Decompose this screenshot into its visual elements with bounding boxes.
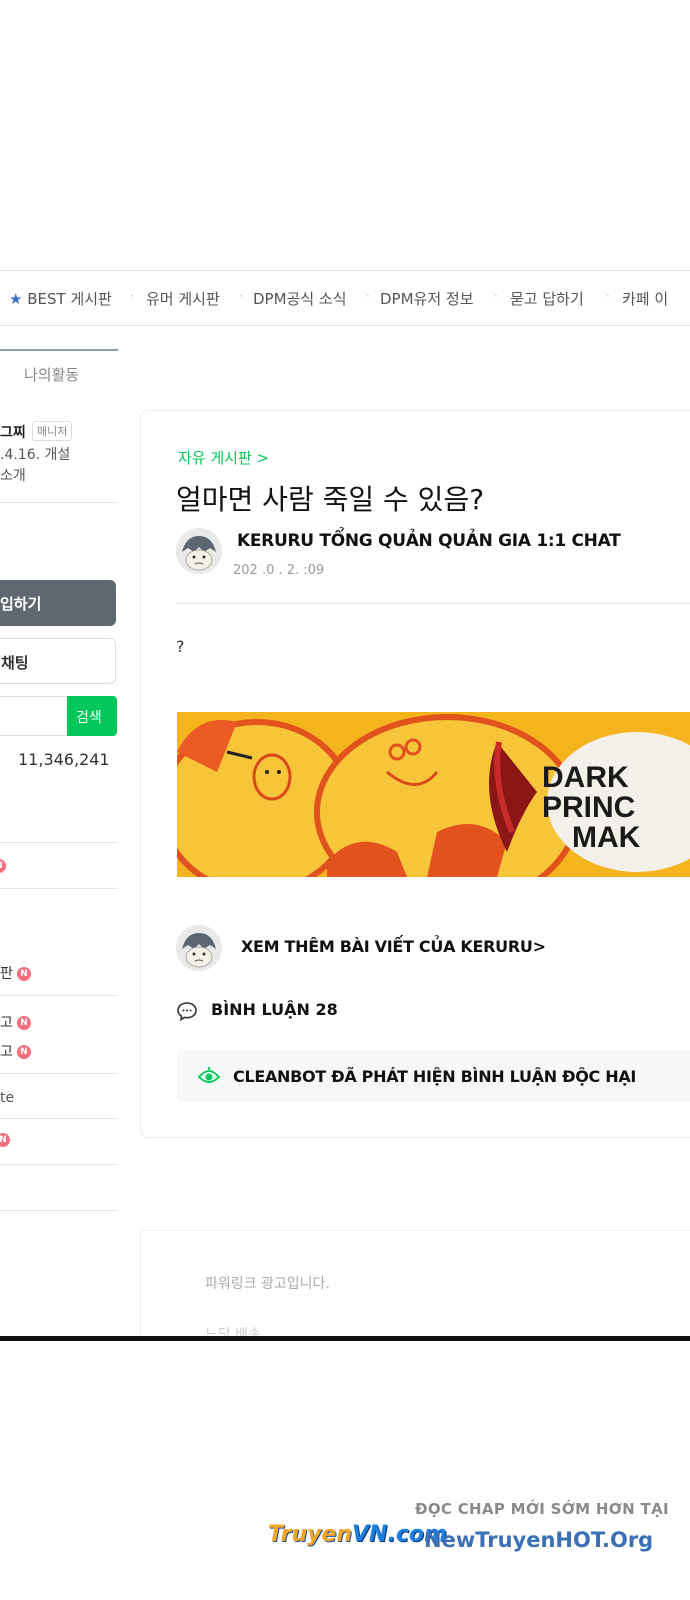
post-title: 얼마면 사람 죽일 수 있음? (176, 483, 485, 516)
divider (0, 995, 118, 996)
comment-icon (177, 1002, 197, 1022)
chat-button[interactable]: 채팅 (0, 638, 116, 684)
cafe-intro-link[interactable]: 소개 (0, 465, 26, 485)
star-icon: ★ (9, 290, 23, 308)
board-breadcrumb[interactable]: 자유 게시판 > (178, 447, 269, 468)
new-badge-icon: N (16, 1016, 31, 1030)
sidebar-item-board[interactable]: te (0, 1090, 14, 1106)
blank-area (0, 1341, 690, 1600)
nav-separator: · (130, 289, 134, 303)
author-avatar[interactable] (176, 925, 222, 971)
tab-my-activity[interactable]: 나의활동 (24, 364, 79, 385)
divider (0, 1118, 118, 1119)
nav-best-board[interactable]: ★ BEST 게시판 (9, 288, 112, 309)
new-badge-icon: N (0, 1133, 10, 1147)
watermark-logo: TruyenVN.com (268, 1522, 447, 1547)
nav-separator: · (366, 289, 370, 303)
watermark-caption: ĐỌC CHAP MỚI SỚM HƠN TẠI (415, 1500, 669, 1518)
new-badge-icon: N (16, 1045, 31, 1059)
sidebar-item-board[interactable]: 판N (0, 963, 31, 983)
divider (176, 603, 690, 604)
sidebar-item-board[interactable]: N (0, 1132, 10, 1148)
divider (0, 1164, 118, 1165)
post-banner-image: DARK PRINC MAK (177, 712, 690, 877)
nav-humor-board[interactable]: 유머 게시판 (146, 288, 220, 309)
nav-separator: · (606, 289, 610, 303)
watermark-site: NewTruyenHOT.Org (424, 1528, 654, 1552)
manager-badge: 매니저 (32, 421, 73, 441)
divider (0, 888, 118, 889)
manager-name[interactable]: 그찌 (0, 422, 26, 442)
nav-dpm-user-info[interactable]: DPM유저 정보 (380, 288, 474, 309)
comment-count[interactable]: BÌNH LUẬN 28 (211, 1000, 338, 1019)
nav-cafe-more[interactable]: 카페 이 (622, 288, 668, 309)
dark-prince-banner-art: DARK PRINC MAK (177, 712, 690, 877)
cleanbot-eye-icon (197, 1067, 221, 1083)
join-cafe-button[interactable]: 입하기 (0, 580, 116, 626)
divider (0, 502, 118, 503)
member-count: 11,346,241 (18, 750, 110, 769)
avatar-face-icon (176, 528, 222, 574)
banner-title-line2: PRINC (542, 791, 635, 824)
sidebar-item-board[interactable]: 고N (0, 1041, 31, 1061)
ad-label: 파워링크 광고입니다. (205, 1276, 330, 1292)
sidebar-item-board[interactable]: 고N (0, 1012, 31, 1032)
post-date: 202 .0 . 2. :09 (233, 563, 325, 578)
new-badge-icon: N (0, 859, 6, 873)
search-button[interactable]: 검색 (67, 696, 117, 736)
avatar-face-icon (176, 925, 222, 971)
author-avatar[interactable] (176, 528, 222, 574)
nav-separator: · (239, 289, 243, 303)
sidebar-tab-indicator (0, 349, 118, 351)
nav-separator: · (494, 289, 498, 303)
new-badge-icon: N (16, 967, 31, 981)
sidebar-new-badge: N (0, 858, 6, 874)
banner-title-line3: MAK (572, 821, 641, 854)
cafe-founded-date: .4.16. 개설 (0, 447, 71, 463)
more-posts-link[interactable]: XEM THÊM BÀI VIẾT CỦA KERURU> (241, 937, 546, 956)
author-name[interactable]: KERURU TỔNG QUẢN QUẢN GIA 1:1 CHAT (237, 531, 621, 551)
divider (0, 842, 118, 843)
divider (0, 1210, 118, 1211)
nav-dpm-news[interactable]: DPM공식 소식 (253, 288, 347, 309)
divider (0, 1073, 118, 1074)
post-body: ? (176, 637, 185, 656)
cleanbot-message[interactable]: CLEANBOT ĐÃ PHÁT HIỆN BÌNH LUẬN ĐỘC HẠI (233, 1067, 636, 1086)
nav-qna[interactable]: 묻고 답하기 (510, 288, 584, 309)
banner-title-line1: DARK (542, 761, 629, 794)
cafe-search-input[interactable] (0, 696, 69, 736)
